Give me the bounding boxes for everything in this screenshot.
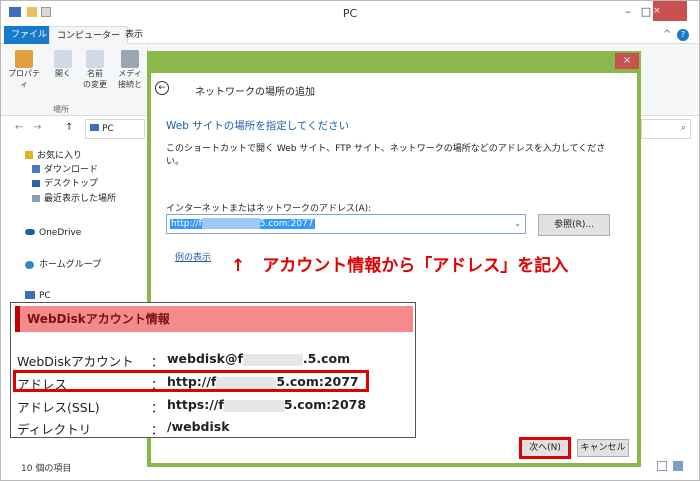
properties-icon: [15, 50, 33, 68]
nav-item-desktop[interactable]: デスクトップ: [44, 178, 98, 190]
minimize-button[interactable]: –: [619, 3, 637, 21]
row-label: WebDiskアカウント: [17, 354, 134, 369]
search-input[interactable]: ⌕: [641, 119, 691, 139]
next-button[interactable]: 次へ(N): [519, 437, 571, 459]
nav-item-onedrive[interactable]: OneDrive: [39, 227, 81, 239]
ribbon-item-media[interactable]: メディ 接続と: [115, 50, 145, 90]
address-path[interactable]: PC: [85, 119, 145, 139]
row-value: https://f 5.com:2078: [167, 397, 367, 412]
open-icon: [54, 50, 72, 68]
address-input-value: http://f 5.com:2077: [170, 218, 315, 229]
media-icon: [121, 50, 139, 68]
nav-item-favorites[interactable]: お気に入り: [37, 150, 82, 162]
row-value: webdisk@f .5.com: [167, 351, 351, 366]
homegroup-icon: [25, 261, 34, 269]
cloud-icon: [25, 229, 35, 235]
address-input[interactable]: http://f 5.com:2077 ⌄: [166, 214, 526, 234]
browse-button[interactable]: 参照(R)...: [538, 214, 610, 236]
row-separator: ：: [151, 354, 164, 369]
ribbon-group-label: 場所: [53, 105, 69, 114]
help-icon[interactable]: ?: [677, 29, 689, 41]
window-title: PC: [342, 7, 358, 20]
ribbon-tabs: ファイル コンピューター 表示 ^ ?: [1, 26, 699, 44]
example-link[interactable]: 例の表示: [175, 250, 211, 263]
row-separator: ：: [151, 422, 164, 437]
ribbon-label: 名前 の変更: [83, 69, 107, 89]
nav-item-pc[interactable]: PC: [39, 290, 51, 302]
redaction-block: [242, 353, 303, 366]
row-label: ディレクトリ: [17, 422, 92, 437]
item-count: 10 個の項目: [21, 464, 72, 474]
row-label: アドレス(SSL): [17, 400, 100, 415]
address-ssl-row: アドレス(SSL) ： https://f 5.com:2078: [17, 397, 407, 415]
address-row-highlight: [13, 370, 369, 392]
dialog-description: このショートカットで開く Web サイト、FTP サイト、ネットワークの場所など…: [166, 144, 606, 167]
back-button[interactable]: ←: [15, 122, 23, 133]
tab-computer[interactable]: コンピューター: [49, 26, 129, 44]
downloads-icon: [32, 165, 40, 173]
recent-places-icon: [32, 195, 40, 202]
address-field-label: インターネットまたはネットワークのアドレス(A):: [166, 204, 372, 214]
ribbon-item-rename[interactable]: 名前 の変更: [81, 50, 109, 90]
row-value: /webdisk: [167, 419, 230, 434]
explorer-window: PC – □ × ファイル コンピューター 表示 ^ ? プロパティ 開く 名前…: [0, 0, 700, 481]
redaction-block: [201, 218, 260, 229]
forward-button[interactable]: →: [33, 122, 41, 133]
nav-item-recent[interactable]: 最近表示した場所: [44, 193, 116, 205]
tab-file[interactable]: ファイル: [4, 26, 55, 44]
path-text: PC: [102, 124, 114, 134]
title-bar: PC – □ ×: [1, 1, 699, 25]
rename-icon: [86, 50, 104, 68]
nav-item-homegroup[interactable]: ホームグループ: [39, 259, 101, 271]
chevron-down-icon[interactable]: ⌄: [514, 215, 521, 233]
directory-row: ディレクトリ ： /webdisk: [17, 419, 407, 437]
large-icons-view-icon[interactable]: [673, 461, 683, 471]
ribbon-label: プロパティ: [8, 69, 40, 89]
ribbon-label: メディ 接続と: [118, 69, 142, 89]
tab-view[interactable]: 表示: [118, 26, 150, 44]
dialog-title: ネットワークの場所の追加: [195, 87, 315, 98]
ribbon-item-properties[interactable]: プロパティ: [7, 50, 41, 90]
up-button[interactable]: ↑: [65, 122, 73, 133]
card-title: WebDiskアカウント情報: [27, 312, 170, 326]
desktop-icon: [32, 180, 40, 187]
instruction-annotation: ↑ アカウント情報から「アドレス」を記入: [231, 256, 569, 276]
dialog-heading: Web サイトの場所を指定してください: [166, 120, 350, 132]
dialog-back-button[interactable]: ←: [155, 81, 169, 95]
close-button[interactable]: ×: [653, 1, 687, 21]
ribbon-label: 開く: [55, 69, 71, 78]
row-separator: ：: [151, 400, 164, 415]
details-view-icon[interactable]: [657, 461, 667, 471]
star-icon: [25, 151, 33, 159]
pc-icon: [90, 124, 99, 131]
nav-item-downloads[interactable]: ダウンロード: [44, 164, 98, 176]
search-icon: ⌕: [680, 123, 686, 133]
pc-icon: [25, 291, 35, 299]
account-row: WebDiskアカウント ： webdisk@f .5.com: [17, 351, 407, 369]
ribbon-item-open[interactable]: 開く: [51, 50, 75, 79]
redaction-block: [223, 399, 284, 412]
collapse-ribbon-icon[interactable]: ^: [663, 29, 671, 40]
dialog-close-button[interactable]: ×: [615, 53, 639, 69]
cancel-button[interactable]: キャンセル: [577, 439, 629, 457]
